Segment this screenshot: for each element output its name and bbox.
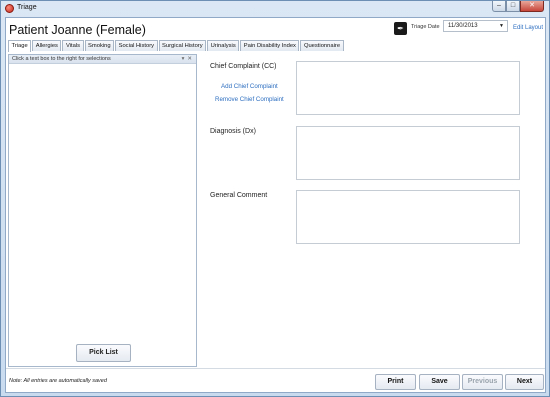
next-button[interactable]: Next	[505, 374, 544, 390]
tab-strip: Triage Allergies Vitals Smoking Social H…	[8, 40, 345, 52]
selection-panel: Click a text box to the right for select…	[8, 54, 197, 367]
autosave-note: Note: All entries are automatically save…	[9, 378, 107, 384]
tab-smoking[interactable]: Smoking	[84, 40, 115, 51]
triage-date-label: Triage Date	[411, 24, 440, 30]
app-icon	[5, 4, 14, 13]
title-bar[interactable]: Triage – □ ✕	[1, 1, 549, 17]
triage-window: Triage – □ ✕ Patient Joanne (Female) ✒ T…	[0, 0, 550, 397]
close-button[interactable]: ✕	[520, 1, 544, 12]
edit-layout-link[interactable]: Edit Layout	[513, 25, 543, 31]
tab-surgical-history[interactable]: Surgical History	[158, 40, 207, 51]
chief-complaint-field[interactable]	[296, 61, 520, 115]
previous-button[interactable]: Previous	[462, 374, 503, 390]
tab-social-history[interactable]: Social History	[115, 40, 158, 51]
triage-date-picker[interactable]: 11/30/2013 ▼	[443, 20, 508, 32]
tab-allergies[interactable]: Allergies	[32, 40, 62, 51]
selection-hint: Click a text box to the right for select…	[12, 56, 111, 62]
window-controls: – □ ✕	[492, 1, 544, 12]
diagnosis-label: Diagnosis (Dx)	[210, 128, 256, 135]
quill-icon[interactable]: ✒	[394, 22, 407, 35]
footer-divider	[6, 368, 545, 369]
general-comment-label: General Comment	[210, 192, 268, 199]
pin-icon[interactable]: ▾	[182, 56, 185, 62]
selection-hint-bar: Click a text box to the right for select…	[9, 55, 196, 64]
minimize-button[interactable]: –	[492, 1, 506, 12]
add-chief-complaint-link[interactable]: Add Chief Complaint	[221, 83, 278, 90]
triage-date-value: 11/30/2013	[448, 23, 478, 29]
maximize-button[interactable]: □	[506, 1, 520, 12]
close-icon[interactable]: ✕	[187, 56, 192, 62]
tab-triage[interactable]: Triage	[8, 40, 32, 52]
tab-pain-disability-index[interactable]: Pain Disability Index	[240, 40, 300, 51]
tab-questionnaire[interactable]: Questionnaire	[300, 40, 344, 51]
tab-urinalysis[interactable]: Urinalysis	[207, 40, 240, 51]
client-area: Patient Joanne (Female) ✒ Triage Date 11…	[5, 17, 546, 393]
print-button[interactable]: Print	[375, 374, 416, 390]
panel-controls: ▾ ✕	[182, 55, 192, 63]
diagnosis-field[interactable]	[296, 126, 520, 180]
pick-list-button[interactable]: Pick List	[76, 344, 131, 362]
window-title: Triage	[17, 4, 37, 11]
patient-title: Patient Joanne (Female)	[9, 23, 146, 37]
chief-complaint-label: Chief Complaint (CC)	[210, 63, 277, 70]
chevron-down-icon[interactable]: ▼	[499, 21, 504, 31]
general-comment-field[interactable]	[296, 190, 520, 244]
tab-vitals[interactable]: Vitals	[62, 40, 84, 51]
remove-chief-complaint-link[interactable]: Remove Chief Complaint	[215, 96, 284, 103]
save-button[interactable]: Save	[419, 374, 460, 390]
